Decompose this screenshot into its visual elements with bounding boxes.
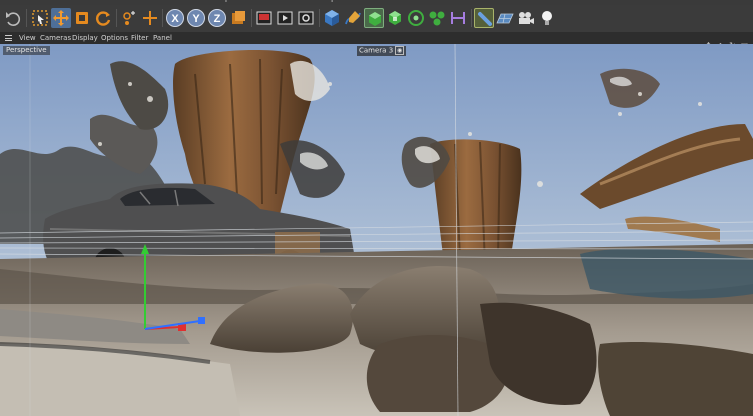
menu-render[interactable]: Render [549,0,581,3]
menu-mesh[interactable]: Mesh [188,0,212,3]
photogrammetry-scene [0,44,753,416]
menu-display[interactable]: Display [72,32,98,44]
rotate-tool-icon[interactable] [93,8,113,28]
menu-extensions[interactable]: Extensions [590,0,639,3]
menu-volume[interactable]: Volume [260,0,293,3]
scene-floor-icon[interactable] [495,8,515,28]
menu-view[interactable]: View [19,32,36,44]
axis-z-label: Z [214,13,221,25]
move-tool-icon[interactable] [51,8,71,28]
world-coordinates-icon[interactable] [228,8,248,28]
active-camera-name: Camera 3 [359,46,394,55]
cinema4d-window: Edit Create Modes Select Tools Mesh Spline Volu… [0,0,753,416]
render-picture-queue-icon[interactable] [275,8,295,28]
viewport-name-label: Perspective [3,46,50,55]
menu-spline[interactable]: Spline [219,0,247,3]
cube-icon[interactable] [322,8,342,28]
axis-z-icon[interactable]: Z [207,8,227,28]
scale-tool-icon[interactable] [72,8,92,28]
axis-y-label: Y [192,13,200,25]
select-tool-icon[interactable] [30,8,50,28]
menu-create[interactable]: Create [34,0,64,3]
perspective-viewport[interactable]: Perspective Camera 3 ◉ [0,44,753,416]
menu-filter[interactable]: Filter [131,32,148,44]
live-selection-icon[interactable] [119,8,139,28]
menu-window[interactable]: Window [704,0,740,3]
menu-help[interactable]: Help [745,0,753,3]
deformer-icon[interactable] [448,8,468,28]
active-camera-label[interactable]: Camera 3 ◉ [357,46,407,56]
axis-y-icon[interactable]: Y [186,8,206,28]
menu-options[interactable]: Options [101,32,128,44]
render-view-icon[interactable] [254,8,274,28]
array-generator-icon[interactable] [385,8,405,28]
menu-simulate[interactable]: Simulate [451,0,491,3]
viewport-navigation: ✥◆↻▢ [701,33,749,50]
menu-tools[interactable]: Tools [152,0,174,3]
mograph-cloner-icon[interactable] [427,8,447,28]
subdivision-generator-icon[interactable] [364,8,384,28]
menu-mograph[interactable]: MoGraph [301,0,342,3]
viewport-menu-icon[interactable] [5,35,12,41]
menu-select[interactable]: Select [111,0,139,3]
menu-character[interactable]: Character [348,0,392,3]
menu-cameras[interactable]: Cameras [40,32,71,44]
menu-tracker[interactable]: Tracker [503,0,535,3]
camera-lock-icon[interactable]: ◉ [395,46,405,55]
render-settings-icon[interactable] [296,8,316,28]
menu-redshift[interactable]: Redshift [652,0,689,3]
cloner-icon[interactable] [406,8,426,28]
light-icon[interactable] [537,8,557,28]
menu-panel[interactable]: Panel [153,32,172,44]
menu-modes[interactable]: Modes [75,0,104,3]
tag-icon[interactable] [474,8,494,28]
axis-x-label: X [171,13,179,25]
viewport-menu-bar: View Cameras Display Options Filter Pane… [0,32,753,50]
menu-edit[interactable]: Edit [3,0,20,3]
add-tool-icon[interactable] [140,8,160,28]
menu-animate[interactable]: Animate [405,0,443,3]
undo-icon[interactable] [3,8,23,28]
command-toolbar: X Y Z [0,5,753,33]
axis-x-icon[interactable]: X [165,8,185,28]
camera-icon[interactable] [516,8,536,28]
pen-spline-icon[interactable] [343,8,363,28]
